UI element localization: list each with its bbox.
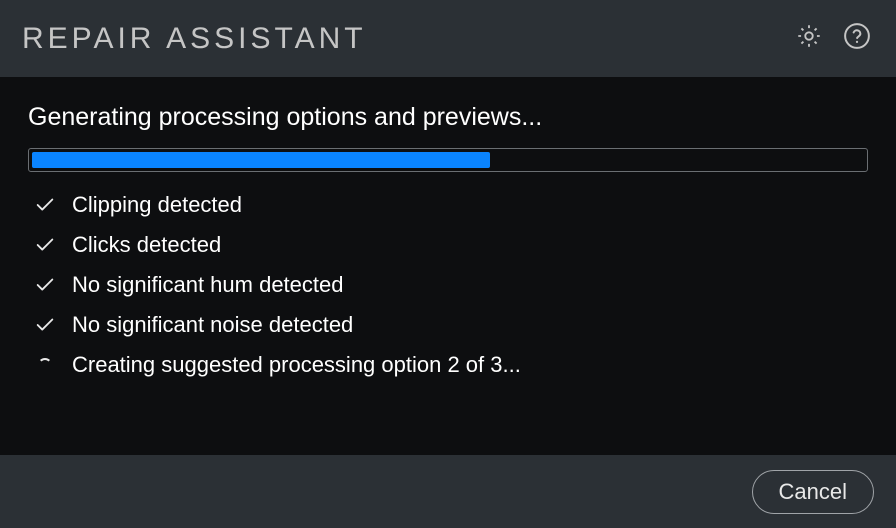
step-item: No significant hum detected [34,272,868,298]
step-item: Clicks detected [34,232,868,258]
main-panel: Generating processing options and previe… [0,77,896,455]
progress-fill [32,152,490,168]
step-text: No significant noise detected [72,312,353,338]
step-text: Creating suggested processing option 2 o… [72,352,521,378]
check-icon [34,194,56,216]
step-item: No significant noise detected [34,312,868,338]
status-heading: Generating processing options and previe… [28,103,868,132]
gear-icon [795,22,823,55]
step-item: Clipping detected [34,192,868,218]
check-icon [34,314,56,336]
help-icon [842,21,872,56]
step-text: Clicks detected [72,232,221,258]
footer: Cancel [0,455,896,528]
spinner-icon [34,354,56,376]
cancel-button[interactable]: Cancel [752,470,874,514]
step-text: Clipping detected [72,192,242,218]
titlebar: REPAIR ASSISTANT [0,0,896,77]
step-item: Creating suggested processing option 2 o… [34,352,868,378]
step-list: Clipping detected Clicks detected No signi… [28,192,868,378]
help-button[interactable] [840,22,874,56]
app-title: REPAIR ASSISTANT [22,22,367,56]
titlebar-actions [792,22,874,56]
settings-button[interactable] [792,22,826,56]
step-text: No significant hum detected [72,272,344,298]
check-icon [34,274,56,296]
check-icon [34,234,56,256]
progress-bar [28,148,868,172]
